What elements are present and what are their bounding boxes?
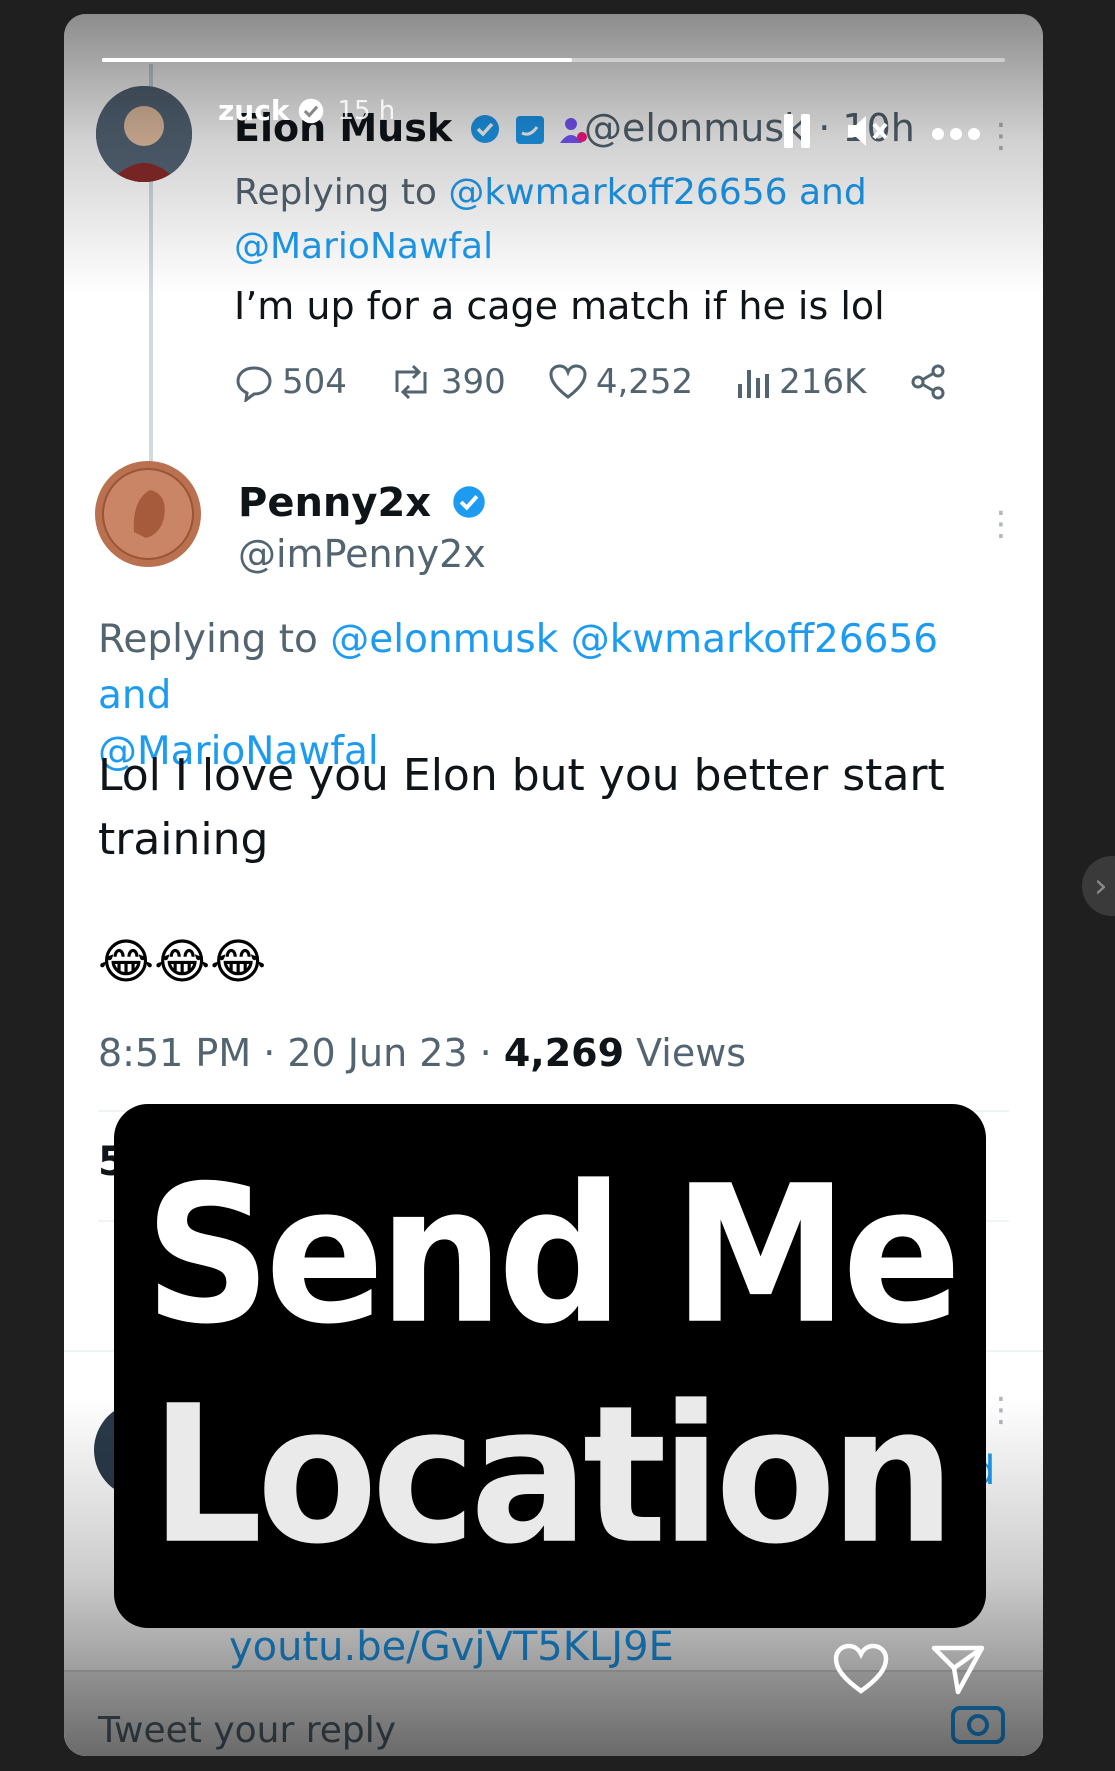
story-caption: Send Me Location <box>114 1104 986 1628</box>
views-button[interactable]: 216K <box>735 362 866 402</box>
tweet1-replying-to: Replying to @kwmarkoff26656 and @MarioNa… <box>234 166 954 274</box>
partial-link[interactable]: youtu.be/GvjVT5KLJ9E <box>229 1624 674 1670</box>
story-frame: Elon Musk @elonmusk · 10h ⋮ Replying to … <box>64 14 1043 1756</box>
tweet2-handle: @imPenny2x <box>238 532 486 576</box>
tweet3-more-icon[interactable]: ⋮ <box>984 1390 1018 1430</box>
tweet2-views-count: 4,269 <box>503 1031 625 1075</box>
tweet2-timestamp: 8:51 PM · 20 Jun 23 · <box>98 1031 504 1075</box>
mention-link[interactable]: @elonmusk @kwmarkoff26656 <box>330 617 938 662</box>
reply-icon <box>236 366 272 402</box>
tweet1-actions: 504 390 4,252 216K <box>234 362 990 402</box>
verified-badge-icon <box>299 98 324 123</box>
tweet2-views-label: Views <box>624 1031 747 1075</box>
views-icon <box>738 370 770 398</box>
retweet-button[interactable]: 390 <box>389 362 506 402</box>
share-icon <box>911 364 945 400</box>
story-progress-fill <box>102 58 572 62</box>
verified-badge-icon <box>471 115 500 143</box>
mention-link[interactable]: @kwmarkoff26656 <box>448 172 787 213</box>
camera-icon[interactable] <box>950 1696 1006 1746</box>
pause-icon[interactable] <box>782 112 812 154</box>
mute-icon[interactable] <box>846 112 890 154</box>
replying-prefix: Replying to <box>234 172 449 213</box>
caption-line-2: Location <box>150 1364 956 1587</box>
twitter-square-icon <box>515 116 544 144</box>
tweet2-text: Lol I love you Elon but you better start… <box>98 750 945 865</box>
story-progress-bar <box>102 58 1005 62</box>
send-icon[interactable] <box>930 1642 986 1700</box>
caption-line-1: Send Me <box>144 1144 961 1367</box>
reply-placeholder[interactable]: Tweet your reply <box>98 1710 396 1751</box>
heart-icon <box>549 364 587 399</box>
retweet-icon <box>395 364 427 400</box>
story-like-icon[interactable] <box>832 1642 890 1700</box>
emoji-row: 😂😂😂 <box>98 934 270 990</box>
tweet2-author-name[interactable]: Penny2x <box>238 480 487 526</box>
views-count: 216K <box>779 362 867 402</box>
penny-avatar[interactable] <box>94 460 202 568</box>
story-header: zuck 15 h <box>100 94 395 127</box>
replying-prefix: Replying to <box>98 617 331 662</box>
reply-count: 504 <box>282 362 347 402</box>
like-button[interactable]: 4,252 <box>548 362 693 402</box>
share-button[interactable] <box>908 362 948 402</box>
tweet2-meta: 8:51 PM · 20 Jun 23 · 4,269 Views <box>98 1031 746 1075</box>
reply-button[interactable]: 504 <box>234 362 347 402</box>
like-count: 4,252 <box>595 362 694 402</box>
laughing-emoji: 😂😂😂 <box>98 934 267 990</box>
chevron-right-icon: › <box>1094 866 1108 906</box>
story-more-icon[interactable] <box>930 126 982 146</box>
tweet1-more-icon[interactable]: ⋮ <box>984 116 1018 156</box>
replying-and: and <box>787 172 867 213</box>
next-story-button[interactable]: › <box>1082 856 1115 916</box>
story-time: 15 h <box>337 95 396 126</box>
story-username[interactable]: zuck <box>218 94 289 127</box>
tweet1-text: I’m up for a cage match if he is lol <box>234 284 885 328</box>
verified-badge-icon <box>453 486 485 518</box>
reply-bar[interactable]: Tweet your reply <box>64 1670 1043 1756</box>
tweet2-more-icon[interactable]: ⋮ <box>984 504 1018 544</box>
retweet-count: 390 <box>440 362 506 402</box>
replying-and: and <box>98 673 172 718</box>
mention-link[interactable]: @MarioNawfal <box>234 226 493 267</box>
